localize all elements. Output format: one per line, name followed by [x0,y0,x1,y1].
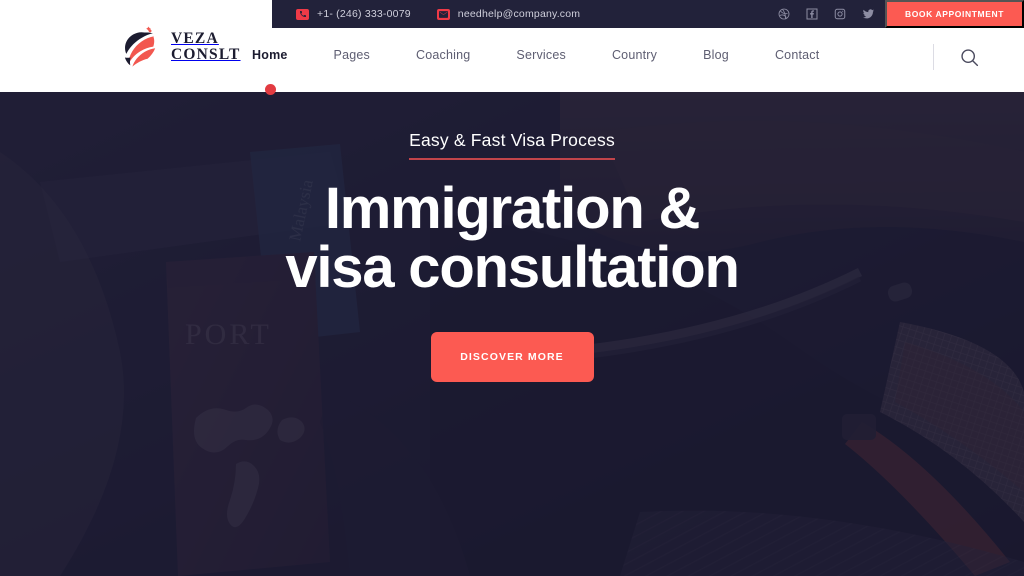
header-actions [933,44,982,70]
book-appointment-button[interactable]: BOOK APPOINTMENT [884,0,1024,28]
hero-section: Malaysia PORT Follow your dream and make… [0,92,1024,576]
nav-item-contact[interactable]: Contact [752,48,842,62]
dribbble-icon[interactable] [778,8,791,21]
instagram-icon[interactable] [834,8,847,21]
hero-subtitle-underline [409,158,615,160]
envelope-icon [436,8,450,20]
phone-contact[interactable]: +1- (246) 333-0079 [296,8,411,20]
page-root: +1- (246) 333-0079 needhelp@company.com [0,0,1024,576]
phone-icon [296,8,309,20]
twitter-icon[interactable] [862,8,875,21]
site-header: +1- (246) 333-0079 needhelp@company.com [0,0,1024,95]
hero-title-line-1: Immigration & [324,175,701,241]
hero-title: Immigration & visa consultation [285,175,740,301]
top-utility-bar: +1- (246) 333-0079 needhelp@company.com [272,0,1024,28]
site-logo[interactable]: VEZA CONSLT [118,24,241,70]
email-address: needhelp@company.com [457,8,581,20]
logo-mark-icon [118,24,162,70]
hero-subtitle: Easy & Fast Visa Process [409,130,615,150]
hero-title-line-2: visa consultation [285,235,740,301]
phone-number: +1- (246) 333-0079 [317,8,411,20]
nav-item-pages[interactable]: Pages [311,48,393,62]
logo-wordmark: VEZA CONSLT [171,31,241,63]
nav-item-services[interactable]: Services [493,48,589,62]
hero-subtitle-wrap: Easy & Fast Visa Process [409,130,615,160]
nav-item-home[interactable]: Home [252,48,311,62]
main-navigation: Home Pages Coaching Services Country Blo… [252,48,842,62]
email-contact[interactable]: needhelp@company.com [436,8,581,20]
social-links [778,8,885,21]
active-nav-indicator-dot [265,84,276,95]
header-divider [933,44,934,70]
nav-item-blog[interactable]: Blog [680,48,752,62]
hero-content: Easy & Fast Visa Process Immigration & v… [0,92,1024,576]
logo-line-2: CONSLT [171,46,241,63]
search-icon[interactable] [956,44,982,70]
logo-line-1: VEZA [171,30,219,48]
nav-item-country[interactable]: Country [589,48,680,62]
topbar-contact-group: +1- (246) 333-0079 needhelp@company.com [272,8,778,20]
discover-more-button[interactable]: DISCOVER MORE [430,332,594,383]
facebook-icon[interactable] [806,8,819,21]
nav-item-coaching[interactable]: Coaching [393,48,493,62]
